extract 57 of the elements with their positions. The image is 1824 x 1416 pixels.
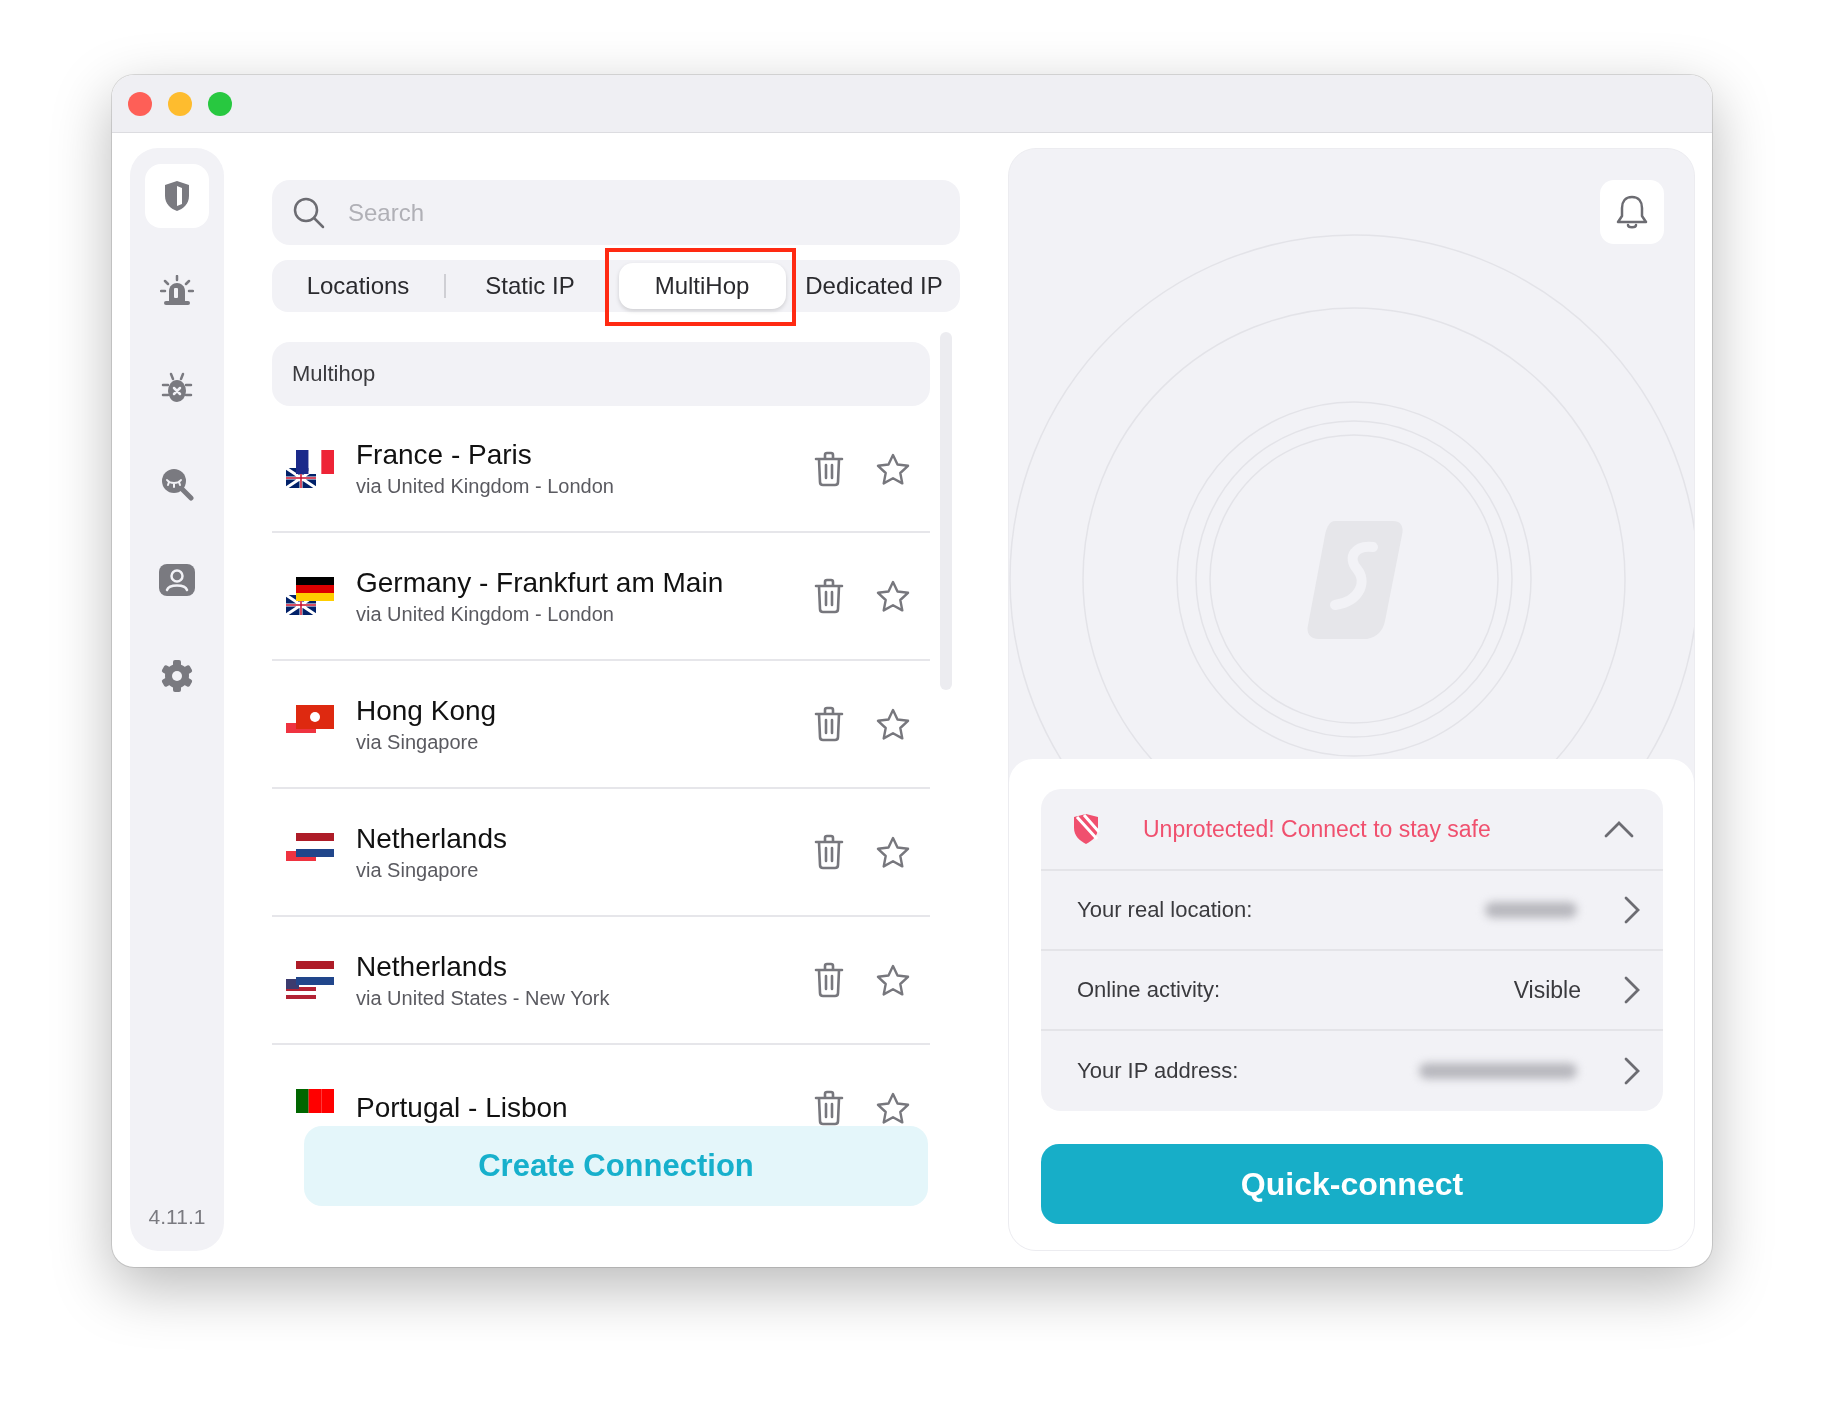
info-row[interactable]: Your IP address: xyxy=(1041,1031,1663,1111)
star-icon xyxy=(876,964,910,996)
bug-icon xyxy=(161,371,193,405)
search-field[interactable]: Search xyxy=(272,180,960,245)
via-location: via United Kingdom - London xyxy=(356,475,615,498)
location-row[interactable]: France - Paris via United Kingdom - London xyxy=(272,406,930,533)
close-button[interactable] xyxy=(128,91,152,116)
location-row[interactable]: Germany - Frankfurt am Main via United Kingdom - London xyxy=(272,533,930,661)
location-row[interactable]: Netherlands via United States - New York xyxy=(272,917,930,1045)
trash-icon xyxy=(814,578,844,614)
star-icon xyxy=(876,580,910,612)
chevron-right-icon xyxy=(1623,1056,1641,1086)
shield-slash-icon xyxy=(1071,813,1101,845)
star-icon xyxy=(876,1092,910,1124)
info-label: Online activity: xyxy=(1077,977,1222,1003)
settings-icon xyxy=(160,659,194,693)
location-name: Hong Kong xyxy=(356,694,498,727)
location-name: Netherlands xyxy=(356,822,508,855)
star-icon xyxy=(876,708,910,740)
tab[interactable]: MultiHop xyxy=(618,263,786,309)
tab[interactable]: Dedicated IP xyxy=(797,263,951,309)
trash-icon xyxy=(814,1090,844,1126)
star-icon xyxy=(876,836,910,868)
info-label: Your IP address: xyxy=(1077,1058,1240,1084)
tab[interactable]: Locations xyxy=(298,263,418,309)
info-value: Visible xyxy=(1513,976,1581,1004)
eye-magnifier-icon xyxy=(160,467,194,501)
chevron-right-icon xyxy=(1623,895,1641,925)
location-name: Portugal - Lisbon xyxy=(356,1092,569,1124)
star-icon xyxy=(876,452,910,485)
location-row[interactable]: Netherlands via Singapore xyxy=(272,789,930,917)
location-name: Netherlands xyxy=(356,950,508,983)
search-icon xyxy=(292,196,326,230)
via-location: via United Kingdom - London xyxy=(356,602,615,626)
info-row[interactable]: Online activity: Visible xyxy=(1041,951,1663,1031)
notifications-button[interactable] xyxy=(1600,180,1664,244)
location-row[interactable]: Hong Kong via Singapore xyxy=(272,661,930,789)
warning-text: Unprotected! Connect to stay safe xyxy=(1143,815,1492,843)
via-location: via Singapore xyxy=(356,858,480,882)
version-label: 4.11.1 xyxy=(148,1205,206,1229)
trash-icon xyxy=(814,706,844,742)
info-row[interactable]: Your real location: xyxy=(1041,871,1663,951)
info-label: Your real location: xyxy=(1077,897,1254,923)
via-location: via Singapore xyxy=(356,730,480,754)
trash-icon xyxy=(814,834,844,870)
shield-icon xyxy=(162,180,192,212)
sidebar-shield-button[interactable] xyxy=(145,164,209,228)
trash-icon xyxy=(814,450,844,487)
bell-icon xyxy=(1615,194,1649,230)
location-name: Germany - Frankfurt am Main xyxy=(356,566,725,599)
location-name: France - Paris xyxy=(356,439,533,471)
person-icon xyxy=(158,563,196,597)
tab[interactable]: Static IP xyxy=(477,263,583,309)
chevron-right-icon xyxy=(1623,975,1641,1005)
section-header: Multihop xyxy=(272,342,930,406)
trash-icon xyxy=(814,962,844,998)
via-location: via United States - New York xyxy=(356,986,611,1010)
